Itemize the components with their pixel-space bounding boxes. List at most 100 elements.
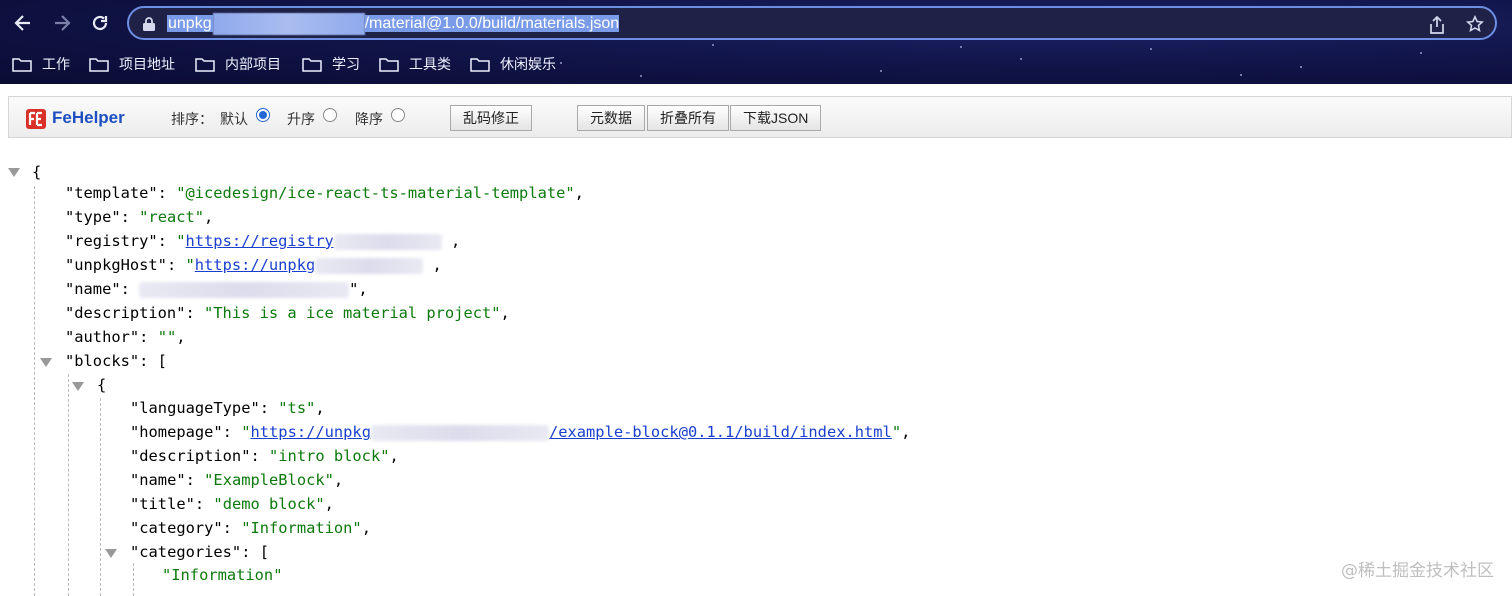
fehelper-logo-icon bbox=[26, 109, 46, 129]
json-line-block-description: "description": "intro block", bbox=[130, 447, 399, 465]
bookmark-label: 学习 bbox=[332, 56, 360, 72]
collapse-all-button[interactable]: 折叠所有 bbox=[647, 105, 729, 131]
json-key: "unpkgHost" bbox=[65, 256, 167, 274]
collapse-toggle-root[interactable] bbox=[8, 168, 20, 177]
json-string: "ExampleBlock" bbox=[204, 471, 334, 489]
bookmark-folder-tools[interactable]: 工具类 bbox=[379, 53, 451, 75]
url-path: /material@1.0.0/build/materials.json bbox=[364, 15, 620, 32]
address-bar[interactable]: unpkg/material@1.0.0/build/materials.jso… bbox=[127, 6, 1497, 40]
indent-guide bbox=[34, 186, 35, 596]
json-string: "@icedesign/ice-react-ts-material-templa… bbox=[176, 184, 575, 202]
bookmark-label: 工作 bbox=[42, 56, 70, 72]
json-line-unpkghost: "unpkgHost": "https://unpkg , bbox=[65, 256, 442, 274]
json-line-blocks: "blocks": [ bbox=[65, 352, 167, 370]
sort-asc-radio[interactable] bbox=[323, 108, 337, 122]
forward-button[interactable] bbox=[49, 10, 75, 36]
json-open-brace-block: { bbox=[97, 376, 107, 394]
arrow-left-icon bbox=[14, 15, 30, 31]
json-line-homepage: "homepage": "https://unpkg/example-block… bbox=[130, 423, 911, 441]
json-key: "author" bbox=[65, 328, 140, 346]
fix-encoding-button[interactable]: 乱码修正 bbox=[450, 105, 532, 131]
bookmark-label: 工具类 bbox=[409, 56, 451, 72]
collapse-toggle-block-0[interactable] bbox=[72, 382, 84, 391]
json-line-block-category: "category": "Information", bbox=[130, 519, 371, 537]
json-string: "Information" bbox=[162, 566, 283, 584]
json-line-author: "author": "", bbox=[65, 328, 186, 346]
reload-icon bbox=[92, 15, 108, 31]
sort-desc-label: 降序 bbox=[355, 111, 383, 127]
json-key: "blocks" bbox=[65, 352, 140, 370]
json-key: "type" bbox=[65, 208, 121, 226]
redacted-value bbox=[315, 257, 424, 274]
bookmark-star-button[interactable] bbox=[1465, 14, 1485, 35]
redacted-value bbox=[139, 281, 350, 298]
json-string: "Information" bbox=[241, 519, 362, 537]
indent-guide bbox=[100, 398, 101, 596]
reload-button[interactable] bbox=[87, 10, 113, 36]
json-string: "This is a ice material project" bbox=[204, 304, 501, 322]
json-string: "react" bbox=[139, 208, 205, 226]
bookmark-label: 项目地址 bbox=[119, 56, 175, 72]
json-line-name: "name": ", bbox=[65, 280, 368, 298]
bookmark-folder-projects[interactable]: 项目地址 bbox=[89, 53, 175, 75]
bookmark-folder-work[interactable]: 工作 bbox=[12, 53, 70, 75]
redacted-value bbox=[333, 233, 442, 250]
folder-icon bbox=[195, 58, 215, 72]
star-icon bbox=[1466, 14, 1484, 32]
json-link[interactable]: https://registry bbox=[186, 232, 334, 250]
lock-icon bbox=[143, 17, 155, 31]
json-key: "name" bbox=[130, 471, 186, 489]
collapse-toggle-categories[interactable] bbox=[105, 549, 117, 558]
json-key: "registry" bbox=[65, 232, 158, 250]
json-line-description: "description": "This is a ice material p… bbox=[65, 304, 510, 322]
folder-icon bbox=[379, 58, 399, 72]
folder-icon bbox=[302, 58, 322, 72]
json-line-type: "type": "react", bbox=[65, 208, 214, 226]
json-key: "category" bbox=[130, 519, 223, 537]
bookmark-folder-leisure[interactable]: 休闲娱乐 bbox=[470, 53, 556, 75]
bookmark-label: 休闲娱乐 bbox=[500, 56, 556, 72]
json-open-brace: { bbox=[32, 163, 42, 181]
json-key: "description" bbox=[65, 304, 186, 322]
browser-chrome: unpkg/material@1.0.0/build/materials.jso… bbox=[0, 0, 1512, 84]
fehelper-toolbar: FeHelper 排序： 默认 升序 降序 乱码修正 元数据 折叠所有 下载JS… bbox=[8, 96, 1512, 138]
json-link[interactable]: https://unpkg bbox=[251, 423, 371, 441]
json-line-languagetype: "languageType": "ts", bbox=[130, 399, 325, 417]
url-text[interactable]: unpkg/material@1.0.0/build/materials.jso… bbox=[167, 13, 620, 35]
indent-guide bbox=[133, 563, 134, 596]
folder-icon bbox=[12, 58, 32, 72]
bookmarks-bar: 工作 项目地址 内部项目 学习 工具类 休闲娱乐 bbox=[0, 50, 1512, 78]
json-string: "demo block" bbox=[213, 495, 325, 513]
folder-icon bbox=[470, 58, 490, 72]
json-line-template: "template": "@icedesign/ice-react-ts-mat… bbox=[65, 184, 584, 202]
json-string: "ts" bbox=[278, 399, 316, 417]
bookmark-folder-internal[interactable]: 内部项目 bbox=[195, 53, 281, 75]
json-line-block-categories: "categories": [ bbox=[130, 543, 270, 561]
json-key: "template" bbox=[65, 184, 158, 202]
download-json-button[interactable]: 下载JSON bbox=[730, 105, 822, 131]
fehelper-title: FeHelper bbox=[52, 108, 125, 127]
json-line-block-title: "title": "demo block", bbox=[130, 495, 334, 513]
arrow-right-icon bbox=[55, 15, 71, 31]
bookmark-folder-study[interactable]: 学习 bbox=[302, 53, 360, 75]
sort-label: 排序： bbox=[171, 111, 213, 127]
json-key: "title" bbox=[130, 495, 195, 513]
json-key: "categories" bbox=[130, 543, 242, 561]
sort-default-label: 默认 bbox=[220, 111, 248, 127]
collapse-toggle-blocks[interactable] bbox=[40, 358, 52, 367]
watermark: @稀土掘金技术社区 bbox=[1341, 561, 1494, 581]
sort-desc-radio[interactable] bbox=[391, 108, 405, 122]
url-host: unpkg bbox=[167, 15, 213, 32]
json-line-registry: "registry": "https://registry , bbox=[65, 232, 461, 250]
url-redacted bbox=[212, 13, 365, 35]
json-string: "intro block" bbox=[269, 447, 390, 465]
back-button[interactable] bbox=[10, 10, 36, 36]
json-link[interactable]: /example-block@0.1.1/build/index.html bbox=[549, 423, 892, 441]
share-icon bbox=[1430, 15, 1444, 34]
json-link[interactable]: https://unpkg bbox=[195, 256, 315, 274]
sort-asc-label: 升序 bbox=[287, 111, 315, 127]
metadata-button[interactable]: 元数据 bbox=[577, 105, 645, 131]
json-line-block-name: "name": "ExampleBlock", bbox=[130, 471, 344, 489]
sort-default-radio[interactable] bbox=[256, 108, 270, 122]
share-button[interactable] bbox=[1427, 15, 1447, 35]
